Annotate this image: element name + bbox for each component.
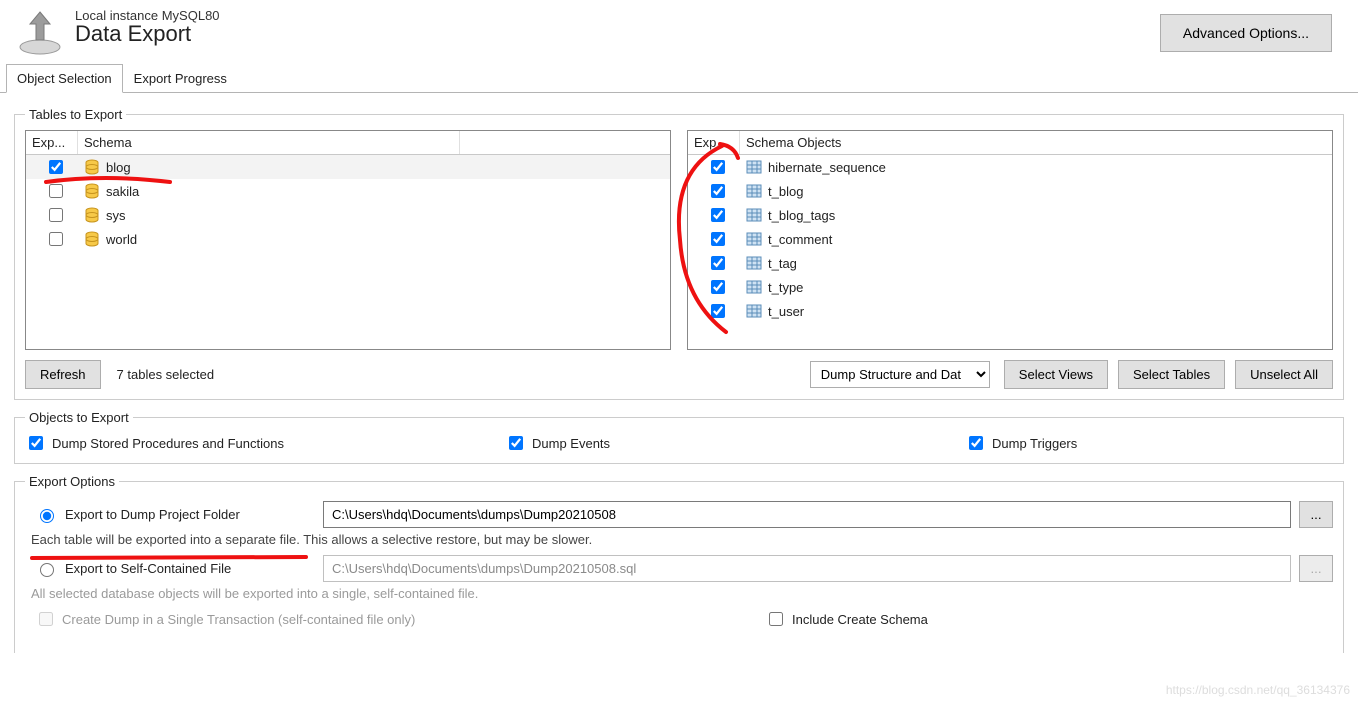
object-checkbox[interactable] (711, 304, 725, 318)
object-row[interactable]: hibernate_sequence (688, 155, 1332, 179)
tables-to-export-legend: Tables to Export (25, 107, 126, 122)
schema-name: world (106, 232, 137, 247)
column-exp-right[interactable]: Exp... (688, 131, 740, 154)
folder-path-input[interactable] (323, 501, 1291, 528)
objects-to-export-group: Objects to Export Dump Stored Procedures… (14, 410, 1344, 464)
dump-events-label: Dump Events (532, 436, 610, 451)
dump-events-checkbox[interactable] (509, 436, 523, 450)
object-row[interactable]: t_blog (688, 179, 1332, 203)
schema-checkbox[interactable] (49, 160, 63, 174)
dump-stored-label: Dump Stored Procedures and Functions (52, 436, 284, 451)
schema-row[interactable]: blog (26, 155, 670, 179)
object-checkbox[interactable] (711, 184, 725, 198)
export-options-group: Export Options Export to Dump Project Fo… (14, 474, 1344, 653)
advanced-options-button[interactable]: Advanced Options... (1160, 14, 1332, 52)
watermark: https://blog.csdn.net/qq_36134376 (1166, 683, 1350, 697)
schema-name: sakila (106, 184, 139, 199)
column-exp[interactable]: Exp... (26, 131, 78, 154)
dump-stored-checkbox[interactable] (29, 436, 43, 450)
object-checkbox[interactable] (711, 280, 725, 294)
export-folder-label: Export to Dump Project Folder (65, 507, 240, 522)
schema-name: sys (106, 208, 126, 223)
export-file-label: Export to Self-Contained File (65, 561, 231, 576)
refresh-button[interactable]: Refresh (25, 360, 101, 389)
object-checkbox[interactable] (711, 160, 725, 174)
schema-name: blog (106, 160, 131, 175)
select-views-button[interactable]: Select Views (1004, 360, 1108, 389)
select-tables-button[interactable]: Select Tables (1118, 360, 1225, 389)
include-schema-checkbox[interactable] (769, 612, 783, 626)
single-transaction-label: Create Dump in a Single Transaction (sel… (62, 612, 415, 627)
object-name: t_type (768, 280, 803, 295)
folder-hint: Each table will be exported into a separ… (31, 532, 1333, 547)
object-row[interactable]: t_type (688, 275, 1332, 299)
object-checkbox[interactable] (711, 232, 725, 246)
object-name: t_blog_tags (768, 208, 835, 223)
object-row[interactable]: t_blog_tags (688, 203, 1332, 227)
column-schema[interactable]: Schema (78, 131, 460, 154)
column-schema-objects[interactable]: Schema Objects (740, 131, 1332, 154)
export-file-radio[interactable] (40, 563, 54, 577)
dump-triggers-checkbox[interactable] (969, 436, 983, 450)
object-checkbox[interactable] (711, 208, 725, 222)
schema-row[interactable]: sys (26, 203, 670, 227)
dump-mode-select[interactable]: Dump Structure and Dat (810, 361, 990, 388)
unselect-all-button[interactable]: Unselect All (1235, 360, 1333, 389)
schema-checkbox[interactable] (49, 232, 63, 246)
export-arrow-icon (12, 8, 67, 58)
page-title: Data Export (75, 21, 220, 47)
browse-file-button: ... (1299, 555, 1333, 582)
object-row[interactable]: t_comment (688, 227, 1332, 251)
object-name: t_blog (768, 184, 803, 199)
objects-to-export-legend: Objects to Export (25, 410, 133, 425)
object-list[interactable]: Exp... Schema Objects hibernate_sequence… (687, 130, 1333, 350)
object-name: t_user (768, 304, 804, 319)
tab-export-progress[interactable]: Export Progress (123, 64, 238, 93)
object-name: hibernate_sequence (768, 160, 886, 175)
object-row[interactable]: t_tag (688, 251, 1332, 275)
object-row[interactable]: t_user (688, 299, 1332, 323)
export-folder-radio[interactable] (40, 509, 54, 523)
single-transaction-checkbox (39, 612, 53, 626)
selected-count-label: 7 tables selected (117, 367, 215, 382)
object-name: t_tag (768, 256, 797, 271)
file-path-input (323, 555, 1291, 582)
schema-checkbox[interactable] (49, 184, 63, 198)
object-name: t_comment (768, 232, 832, 247)
dump-triggers-label: Dump Triggers (992, 436, 1077, 451)
export-options-legend: Export Options (25, 474, 119, 489)
browse-folder-button[interactable]: ... (1299, 501, 1333, 528)
tables-to-export-group: Tables to Export Exp... Schema blog sakil… (14, 107, 1344, 400)
include-schema-label: Include Create Schema (792, 612, 928, 627)
tab-object-selection[interactable]: Object Selection (6, 64, 123, 93)
schema-row[interactable]: sakila (26, 179, 670, 203)
file-hint: All selected database objects will be ex… (31, 586, 1333, 601)
object-checkbox[interactable] (711, 256, 725, 270)
schema-row[interactable]: world (26, 227, 670, 251)
schema-checkbox[interactable] (49, 208, 63, 222)
schema-list[interactable]: Exp... Schema blog sakila sys world (25, 130, 671, 350)
